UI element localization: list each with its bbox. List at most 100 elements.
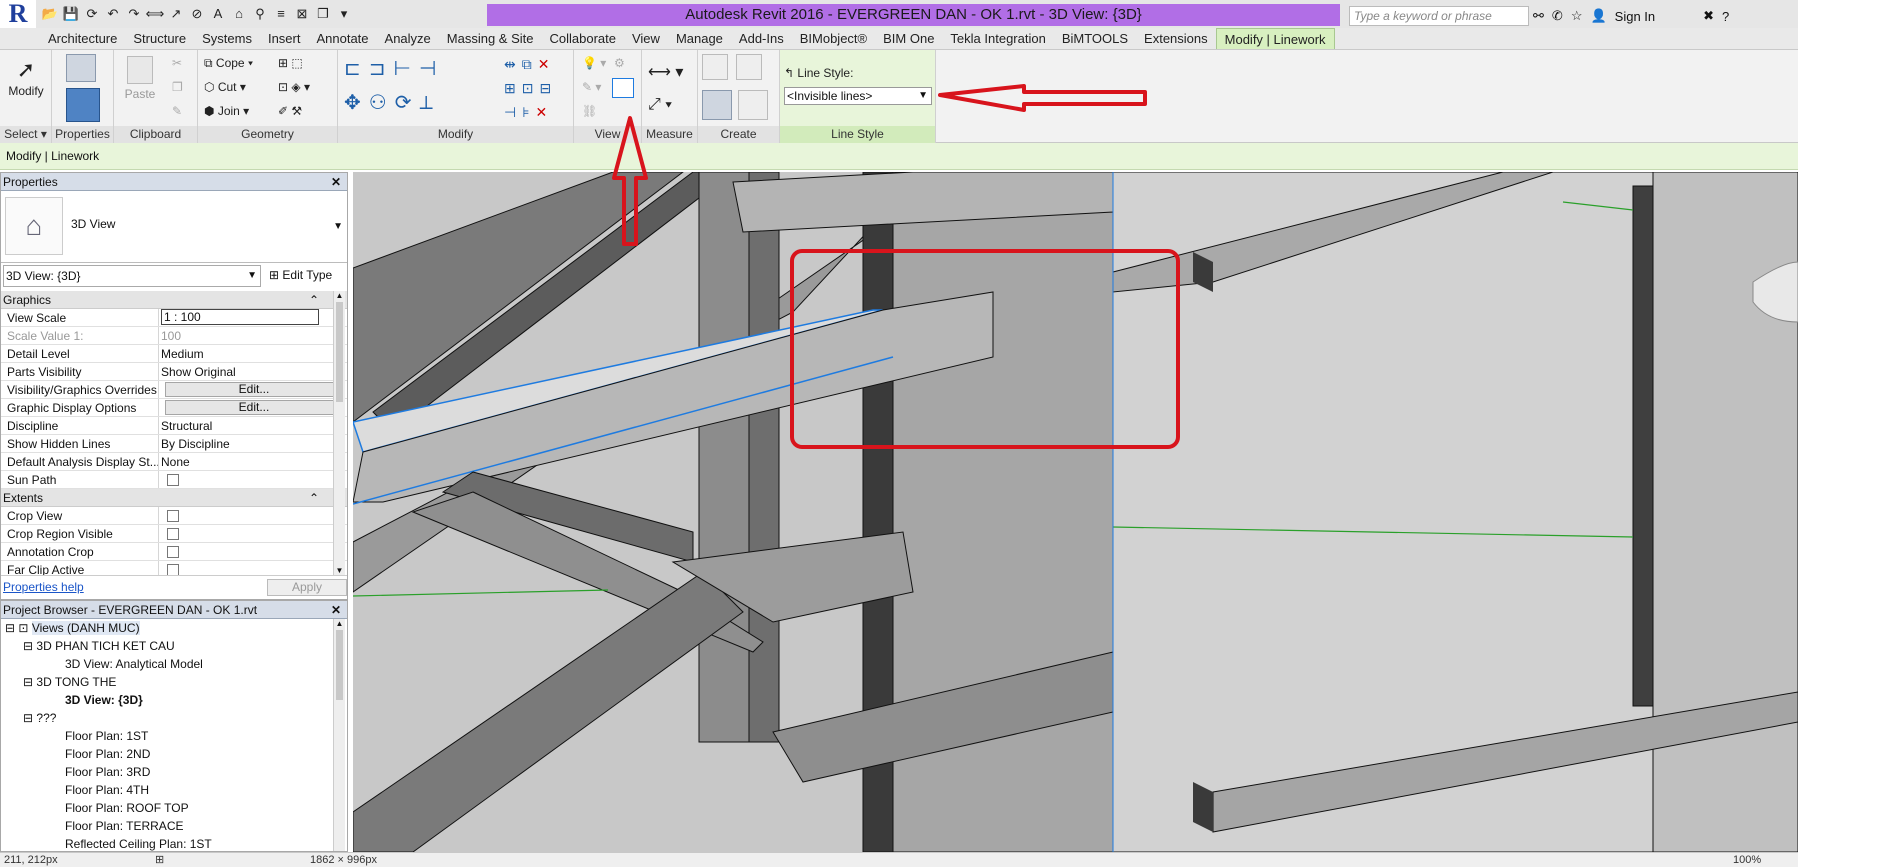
discipline-value[interactable]: Structural [159,417,347,434]
far-clip-checkbox[interactable] [167,564,179,575]
line-style-dropdown[interactable]: <Invisible lines> ▼ [784,87,932,105]
copy-clipboard-icon[interactable]: ❐ [172,80,183,94]
collapse-icon[interactable]: ⌃ [309,489,319,507]
undo-icon[interactable]: ↶ [103,5,123,23]
tab-architecture[interactable]: Architecture [40,28,125,49]
user-icon[interactable]: 👤 [1590,8,1606,24]
collapse-icon[interactable]: ⊟ [5,621,15,635]
tree-item[interactable]: Floor Plan: TERRACE [1,817,347,835]
tab-collaborate[interactable]: Collaborate [541,28,624,49]
vg-overrides-edit-button[interactable]: Edit... [165,382,343,397]
3d-view-canvas[interactable] [353,172,1798,852]
match-type-icon[interactable]: ✎ [172,104,182,118]
scroll-down-icon[interactable]: ▼ [334,566,345,575]
tree-item[interactable]: Floor Plan: 4TH [1,781,347,799]
tree-item[interactable]: 3D View: Analytical Model [1,655,347,673]
scroll-up-icon[interactable]: ▲ [334,291,345,300]
help-icon[interactable]: ? [1722,9,1729,24]
redo-icon[interactable]: ↷ [124,5,144,23]
close-icon[interactable]: ✕ [331,173,341,191]
paint-icon[interactable]: ✐ ⚒ [278,104,302,118]
view-scale-input[interactable]: 1 : 100 [161,309,319,325]
tree-item[interactable]: Floor Plan: ROOF TOP [1,799,347,817]
select-group-label[interactable]: Select ▾ [0,126,51,143]
tab-extensions[interactable]: Extensions [1136,28,1216,49]
close-hidden-icon[interactable]: ⊠ [292,5,312,23]
measure-icon[interactable]: ⟺ [145,5,165,23]
annotation-crop-checkbox[interactable] [167,546,179,558]
hide-icon[interactable]: 💡 ▾ [582,56,606,70]
tab-massing-site[interactable]: Massing & Site [439,28,542,49]
type-dropdown-icon[interactable]: ▼ [333,221,343,232]
sun-path-checkbox[interactable] [167,474,179,486]
view-tool-icon[interactable]: ⚙ [614,56,625,70]
section-extents[interactable]: Extents ⌃ [1,489,347,507]
revit-logo[interactable]: R [0,0,36,28]
tab-systems[interactable]: Systems [194,28,260,49]
cut-clipboard-icon[interactable]: ✂ [172,56,182,70]
close-icon[interactable]: ✕ [331,601,341,619]
tree-item[interactable]: ⊟ 3D TONG THE [1,673,347,691]
browser-scrollbar[interactable]: ▲ [333,619,345,851]
parts-visibility-value[interactable]: Show Original [159,363,347,380]
tab-tekla-integration[interactable]: Tekla Integration [942,28,1053,49]
create-group-icon[interactable] [702,90,732,120]
collapse-icon[interactable]: ⊟ [23,675,33,689]
create-parts-icon[interactable] [736,54,762,80]
tag-icon[interactable]: ⊘ [187,5,207,23]
crop-view-checkbox[interactable] [167,510,179,522]
linework-icon[interactable] [612,78,634,98]
section-icon[interactable]: ⚲ [250,5,270,23]
geometry-tool-1-icon[interactable]: ⊞ ⬚ [278,56,303,70]
tree-item[interactable]: Floor Plan: 2ND [1,745,347,763]
cut-geometry-button[interactable]: ⬡ Cut ▾ [204,80,246,94]
scroll-thumb[interactable] [336,302,343,402]
thin-lines-icon[interactable]: ≡ [271,5,291,23]
collapse-icon[interactable]: ⊟ [23,711,33,725]
instance-dropdown[interactable]: 3D View: {3D} ▼ [3,265,261,287]
exchange-icon[interactable]: ✖ [1703,8,1714,24]
scroll-up-icon[interactable]: ▲ [334,619,345,628]
split-trim-icons[interactable]: ⇹⧉✕ [504,56,555,73]
edit-type-button[interactable]: ⊞ Edit Type [269,268,332,282]
geometry-tool-2-icon[interactable]: ⊡ ◈ ▾ [278,80,310,94]
search-input[interactable]: Type a keyword or phrase [1349,6,1529,26]
create-similar-icon[interactable] [738,90,768,120]
tab-bim-one[interactable]: BIM One [875,28,942,49]
array-scale-icons[interactable]: ⊞⊡⊟ [504,80,557,97]
save-icon[interactable]: 💾 [61,5,81,23]
tree-item[interactable]: ⊟ 3D PHAN TICH KET CAU [1,637,347,655]
properties-button[interactable] [66,88,100,125]
tab-annotate[interactable]: Annotate [308,28,376,49]
open-icon[interactable]: 📂 [40,5,60,23]
properties-help-link[interactable]: Properties help [3,580,84,594]
tree-item[interactable]: Floor Plan: 3RD [1,763,347,781]
tree-item[interactable]: ⊟ ??? [1,709,347,727]
binoculars-icon[interactable]: ⚯ [1533,8,1544,24]
section-graphics[interactable]: Graphics ⌃ [1,291,347,309]
text-icon[interactable]: A [208,5,228,23]
collapse-icon[interactable]: ⊟ [23,639,33,653]
3d-view-icon[interactable]: ⌂ [229,5,249,23]
graphic-display-edit-button[interactable]: Edit... [165,400,343,415]
unhide-icon[interactable]: ⛓ [582,104,597,118]
apply-button[interactable]: Apply [267,579,347,596]
override-icon[interactable]: ✎ ▾ [582,80,601,94]
switch-windows-icon[interactable]: ❐ [313,5,333,23]
create-assembly-icon[interactable] [702,54,728,80]
view-scale-field[interactable]: 1 : 100 [159,309,347,326]
join-button[interactable]: ⬢ Join ▾ [204,104,249,118]
align-offset-mirror-icons[interactable]: ⊏⊐⊢⊣ [344,56,444,81]
detail-level-value[interactable]: Medium [159,345,347,362]
tree-item-active[interactable]: 3D View: {3D} [1,691,347,709]
tab-manage[interactable]: Manage [668,28,731,49]
measure-distance-icon[interactable]: ⟷ ▾ [648,62,683,82]
move-copy-rotate-icons[interactable]: ✥⚇⟳⟂ [344,90,441,115]
collapse-icon[interactable]: ⌃ [309,291,319,309]
modify-button[interactable]: ➚ Modify [4,56,48,98]
tab-bimtools[interactable]: BiMTOOLS [1054,28,1136,49]
tab-bimobject[interactable]: BIMobject® [792,28,875,49]
tab-insert[interactable]: Insert [260,28,309,49]
scroll-thumb[interactable] [336,630,343,700]
communication-icon[interactable]: ✆ [1552,8,1563,24]
